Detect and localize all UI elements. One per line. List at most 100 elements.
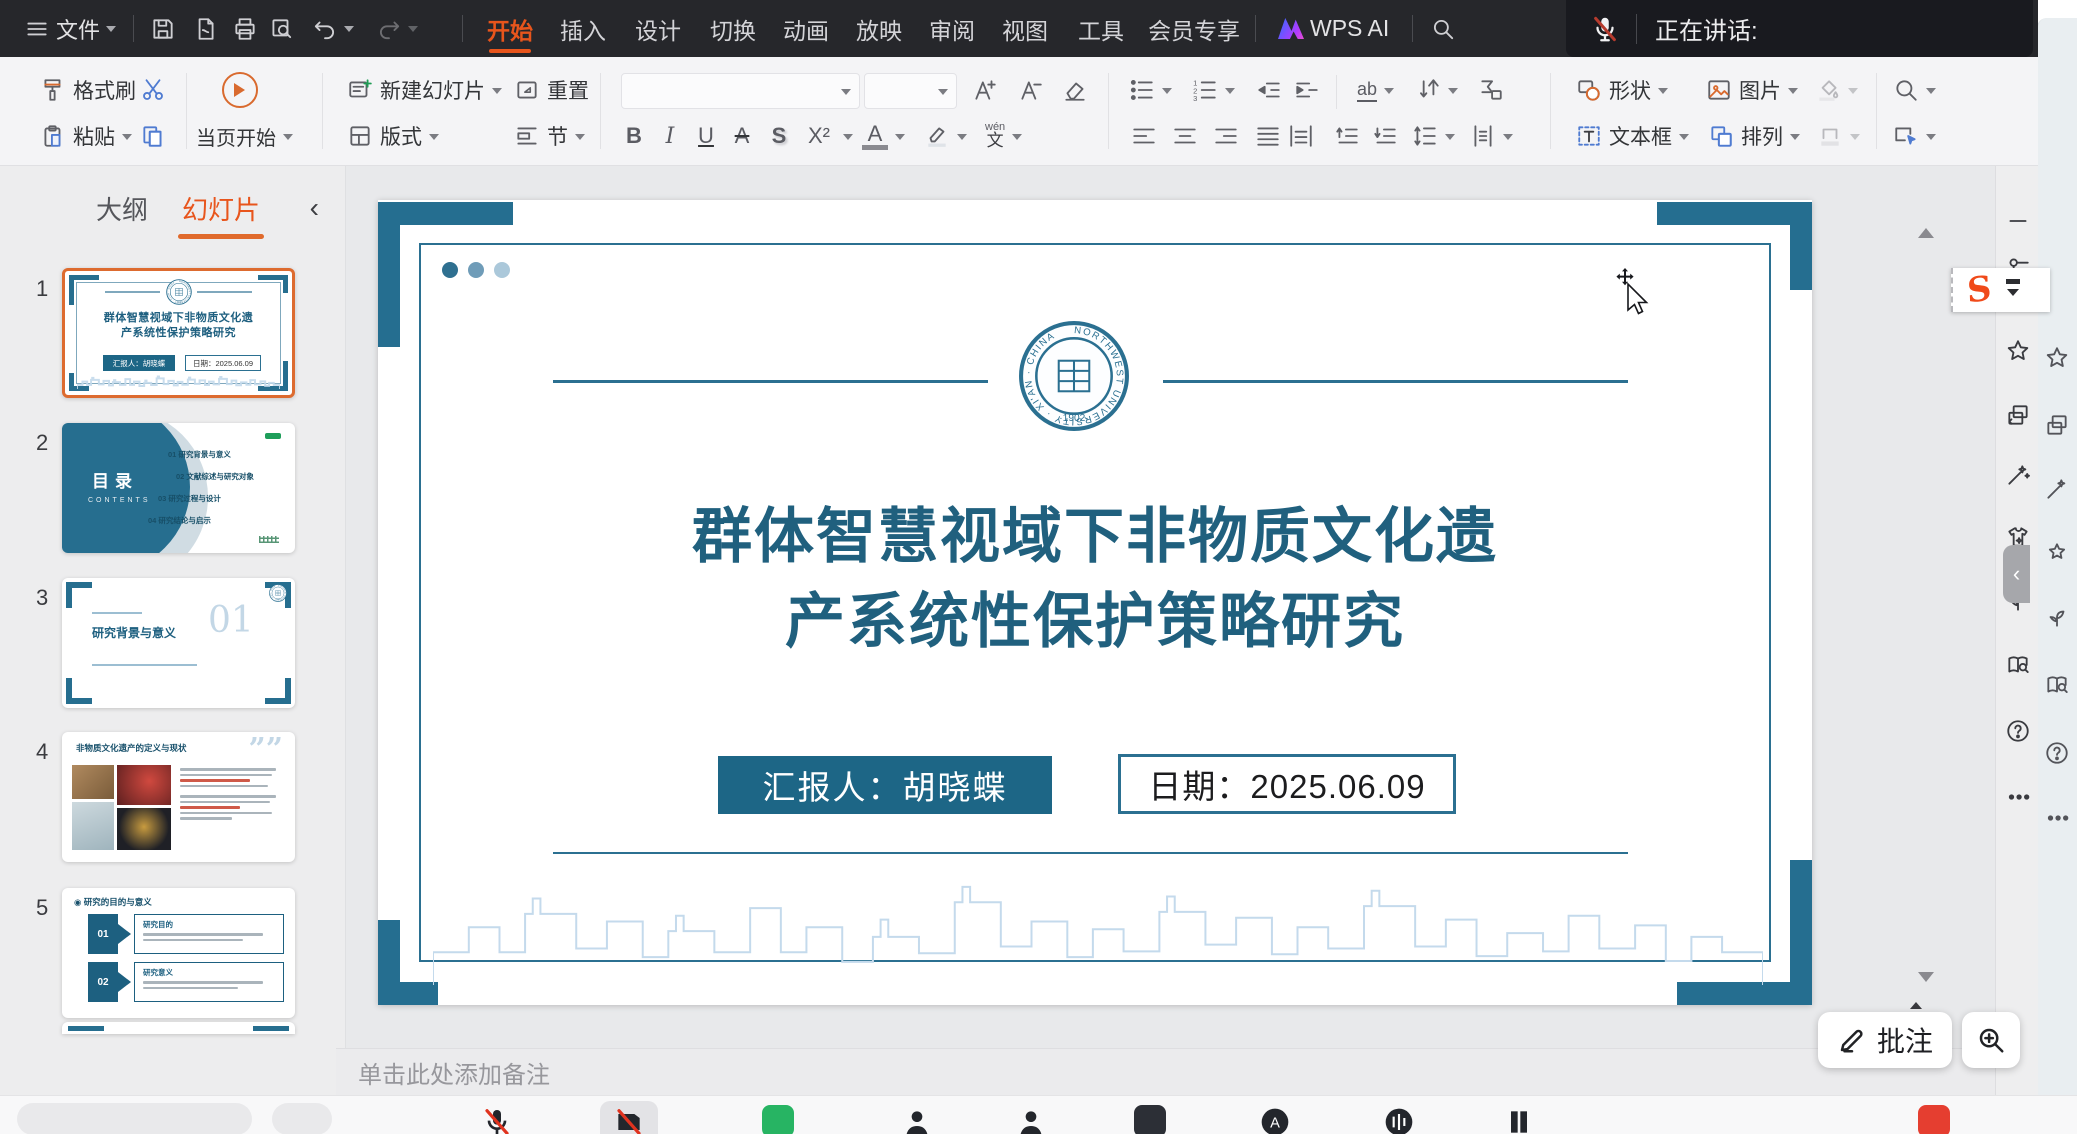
slide-title-line2[interactable]: 产系统性保护策略研究 xyxy=(378,573,1812,660)
taskbar-app-dark[interactable] xyxy=(1134,1105,1166,1134)
scroll-down-icon[interactable] xyxy=(1918,972,1934,990)
fill-color-button[interactable] xyxy=(1815,71,1858,109)
taskbar-app-mic-muted[interactable] xyxy=(478,1103,516,1134)
copy-button[interactable] xyxy=(140,117,166,155)
search-button[interactable] xyxy=(1430,0,1456,57)
tab-slides[interactable]: 幻灯片 xyxy=(182,190,260,227)
presenter-textbox[interactable]: 汇报人：胡晓蝶 xyxy=(718,756,1052,814)
slide-thumbnail-3[interactable]: 研究背景与意义 01 xyxy=(62,578,295,708)
superscript-button[interactable]: X² xyxy=(802,117,853,155)
taskbar-widget[interactable] xyxy=(272,1103,332,1134)
tab-transition[interactable]: 切换 xyxy=(710,0,756,57)
save-button[interactable] xyxy=(150,0,176,57)
print-preview-button[interactable] xyxy=(268,0,294,57)
tab-review[interactable]: 审阅 xyxy=(929,0,975,57)
distribute-text-button[interactable] xyxy=(1288,117,1314,155)
slide-canvas[interactable]: 群体智慧视域下非物质文化遗 产系统性保护策略研究 汇报人：胡晓蝶 日期：2025… xyxy=(378,200,1812,1005)
increase-font-button[interactable] xyxy=(972,71,998,109)
section-button[interactable]: 节 xyxy=(514,117,585,155)
scroll-up-icon[interactable] xyxy=(1918,220,1934,238)
slide-title-line1[interactable]: 群体智慧视域下非物质文化遗 xyxy=(378,488,1812,575)
microphone-muted-icon[interactable] xyxy=(1590,14,1620,44)
picture-button[interactable]: 图片 xyxy=(1706,71,1798,109)
book-search-icon[interactable] xyxy=(2005,652,2031,678)
sidebar-collapse-handle[interactable]: ‹ xyxy=(2003,545,2030,603)
tab-view[interactable]: 视图 xyxy=(1002,0,1048,57)
taskbar-app-active[interactable] xyxy=(600,1101,658,1134)
tab-animation[interactable]: 动画 xyxy=(783,0,829,57)
format-painter-button[interactable]: 格式刷 xyxy=(40,71,136,109)
tab-membership[interactable]: 会员专享 xyxy=(1148,0,1240,57)
outline-color-button[interactable] xyxy=(1817,117,1860,155)
tab-home[interactable]: 开始 xyxy=(487,0,533,57)
star-icon[interactable] xyxy=(2005,338,2031,364)
taskbar-app-red[interactable] xyxy=(1918,1105,1950,1134)
paste-button[interactable]: 粘贴 xyxy=(40,117,132,155)
date-textbox[interactable]: 日期：2025.06.09 xyxy=(1118,754,1456,814)
zoom-button[interactable] xyxy=(1962,1012,2020,1068)
decrease-indent-button[interactable] xyxy=(1256,71,1282,109)
slides-switch-icon[interactable] xyxy=(2005,402,2031,428)
taskbar-app-person[interactable] xyxy=(1012,1103,1050,1134)
wps-assistant-float[interactable]: S xyxy=(1951,268,2050,312)
new-slide-button[interactable]: 新建幻灯片 xyxy=(347,71,502,109)
align-left-button[interactable] xyxy=(1131,117,1157,155)
redo-button[interactable] xyxy=(376,0,418,57)
numbered-list-button[interactable]: 123 xyxy=(1192,71,1235,109)
smartart-convert-button[interactable] xyxy=(1478,71,1504,109)
taskbar-app-circle[interactable]: A xyxy=(1256,1103,1294,1134)
line-spacing-button[interactable] xyxy=(1412,117,1455,155)
slide-thumbnail-6-partial[interactable] xyxy=(62,1022,295,1034)
decrease-font-button[interactable] xyxy=(1018,71,1044,109)
assistant-menu-icon[interactable] xyxy=(2006,279,2020,302)
help-icon[interactable] xyxy=(2005,718,2031,744)
space-after-button[interactable] xyxy=(1372,117,1398,155)
export-pdf-button[interactable] xyxy=(192,0,218,57)
arrange-button[interactable]: 排列 xyxy=(1708,117,1800,155)
play-from-current-button[interactable] xyxy=(222,71,258,109)
layout-button[interactable]: 版式 xyxy=(347,117,439,155)
underline-button[interactable]: U xyxy=(693,117,719,155)
taskbar-app-person[interactable] xyxy=(898,1103,936,1134)
font-color-button[interactable]: A xyxy=(862,117,905,155)
space-before-button[interactable] xyxy=(1334,117,1360,155)
highlight-button[interactable] xyxy=(924,117,967,155)
increase-indent-button[interactable] xyxy=(1294,71,1320,109)
justify-button[interactable] xyxy=(1255,117,1281,155)
font-size-select[interactable] xyxy=(864,73,957,109)
taskbar-app-green[interactable] xyxy=(762,1105,794,1134)
wps-ai-button[interactable]: WPS AI xyxy=(1278,0,1389,57)
text-direction-button[interactable] xyxy=(1415,71,1458,109)
bullet-list-button[interactable] xyxy=(1129,71,1172,109)
text-shadow-button[interactable]: S xyxy=(766,117,792,155)
textbox-button[interactable]: 文本框 xyxy=(1576,117,1689,155)
collapse-panel-icon[interactable]: ‹ xyxy=(310,192,319,224)
minimize-icon[interactable] xyxy=(2005,208,2031,234)
tab-design[interactable]: 设计 xyxy=(635,0,681,57)
selection-pane-button[interactable] xyxy=(1893,117,1936,155)
slide-thumbnail-4[interactable]: 非物质文化遗产的定义与现状 ”” xyxy=(62,732,295,862)
bold-button[interactable]: B xyxy=(621,117,647,155)
more-icon[interactable] xyxy=(2005,784,2031,810)
main-menu-button[interactable]: 文件 xyxy=(24,0,116,57)
cut-button[interactable] xyxy=(140,71,166,109)
slide-editor-area[interactable]: 群体智慧视域下非物质文化遗 产系统性保护策略研究 汇报人：胡晓蝶 日期：2025… xyxy=(346,166,1995,1048)
notes-bar[interactable]: 单击此处添加备注 xyxy=(336,1048,1995,1095)
italic-button[interactable]: I xyxy=(657,117,683,155)
taskbar-app-circle[interactable] xyxy=(1380,1103,1418,1134)
vertical-align-button[interactable] xyxy=(1470,117,1513,155)
taskbar-app-bars[interactable] xyxy=(1500,1103,1538,1134)
reset-button[interactable]: 重置 xyxy=(514,71,589,109)
taskbar-search[interactable] xyxy=(17,1103,252,1134)
slide-thumbnail-1[interactable]: 群体智慧视域下非物质文化遗 产系统性保护策略研究 汇报人：胡晓蝶 日期：2025… xyxy=(62,268,295,398)
tab-tools[interactable]: 工具 xyxy=(1078,0,1124,57)
align-center-button[interactable] xyxy=(1172,117,1198,155)
undo-button[interactable] xyxy=(312,0,354,57)
slide-thumbnail-2[interactable]: 目录 CONTENTS 01 研究背景与意义 02 文献综述与研究对象 03 研… xyxy=(62,423,295,553)
strikethrough-button[interactable]: A xyxy=(729,117,755,155)
play-from-current-dropdown[interactable]: 当页开始 xyxy=(196,117,293,155)
tab-slideshow[interactable]: 放映 xyxy=(856,0,902,57)
font-name-select[interactable] xyxy=(621,73,860,109)
tab-insert[interactable]: 插入 xyxy=(560,0,606,57)
phonetic-guide-button[interactable]: wén文 xyxy=(985,117,1022,155)
